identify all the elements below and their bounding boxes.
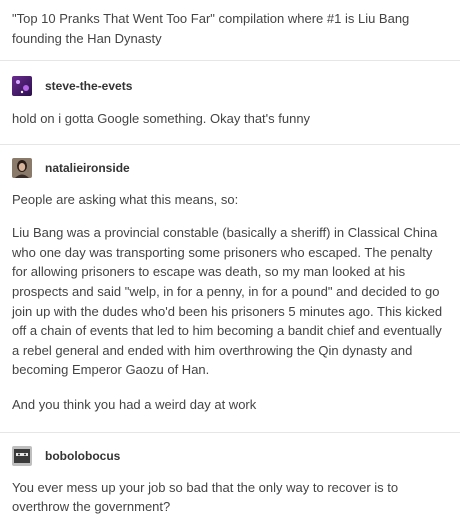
tumblr-post: "Top 10 Pranks That Went Too Far" compil… [0, 0, 460, 514]
paragraph: And you think you had a weird day at wor… [12, 396, 257, 412]
portrait-photo-avatar-icon[interactable] [12, 157, 32, 178]
masked-figure-avatar-icon[interactable] [12, 445, 32, 466]
user-row: bobolobocus [12, 445, 448, 467]
username[interactable]: steve-the-evets [45, 79, 132, 93]
original-post-text: "Top 10 Pranks That Went Too Far" compil… [12, 11, 410, 46]
paragraph: Liu Bang was a provincial constable (bas… [12, 225, 443, 378]
reblog-body: You ever mess up your job so bad that th… [12, 478, 448, 517]
username[interactable]: natalieironside [45, 161, 130, 175]
paragraph: You ever mess up your job so bad that th… [12, 479, 399, 515]
paragraph: hold on i gotta Google something. Okay t… [12, 111, 311, 126]
username[interactable]: bobolobocus [45, 449, 120, 463]
reblog-steve-the-evets: steve-the-evets hold on i gotta Google s… [12, 61, 448, 129]
user-row: steve-the-evets [12, 75, 448, 97]
paragraph: People are asking what this means, so: [12, 191, 239, 207]
reblog-bobolobocus: bobolobocus You ever mess up your job so… [12, 433, 448, 517]
user-row: natalieironside [12, 157, 448, 179]
purple-space-avatar-icon[interactable] [12, 76, 32, 96]
reblog-body: People are asking what this means, so: L… [12, 190, 448, 415]
reblog-natalieironside: natalieironside People are asking what t… [12, 145, 448, 415]
reblog-body: hold on i gotta Google something. Okay t… [12, 109, 448, 129]
